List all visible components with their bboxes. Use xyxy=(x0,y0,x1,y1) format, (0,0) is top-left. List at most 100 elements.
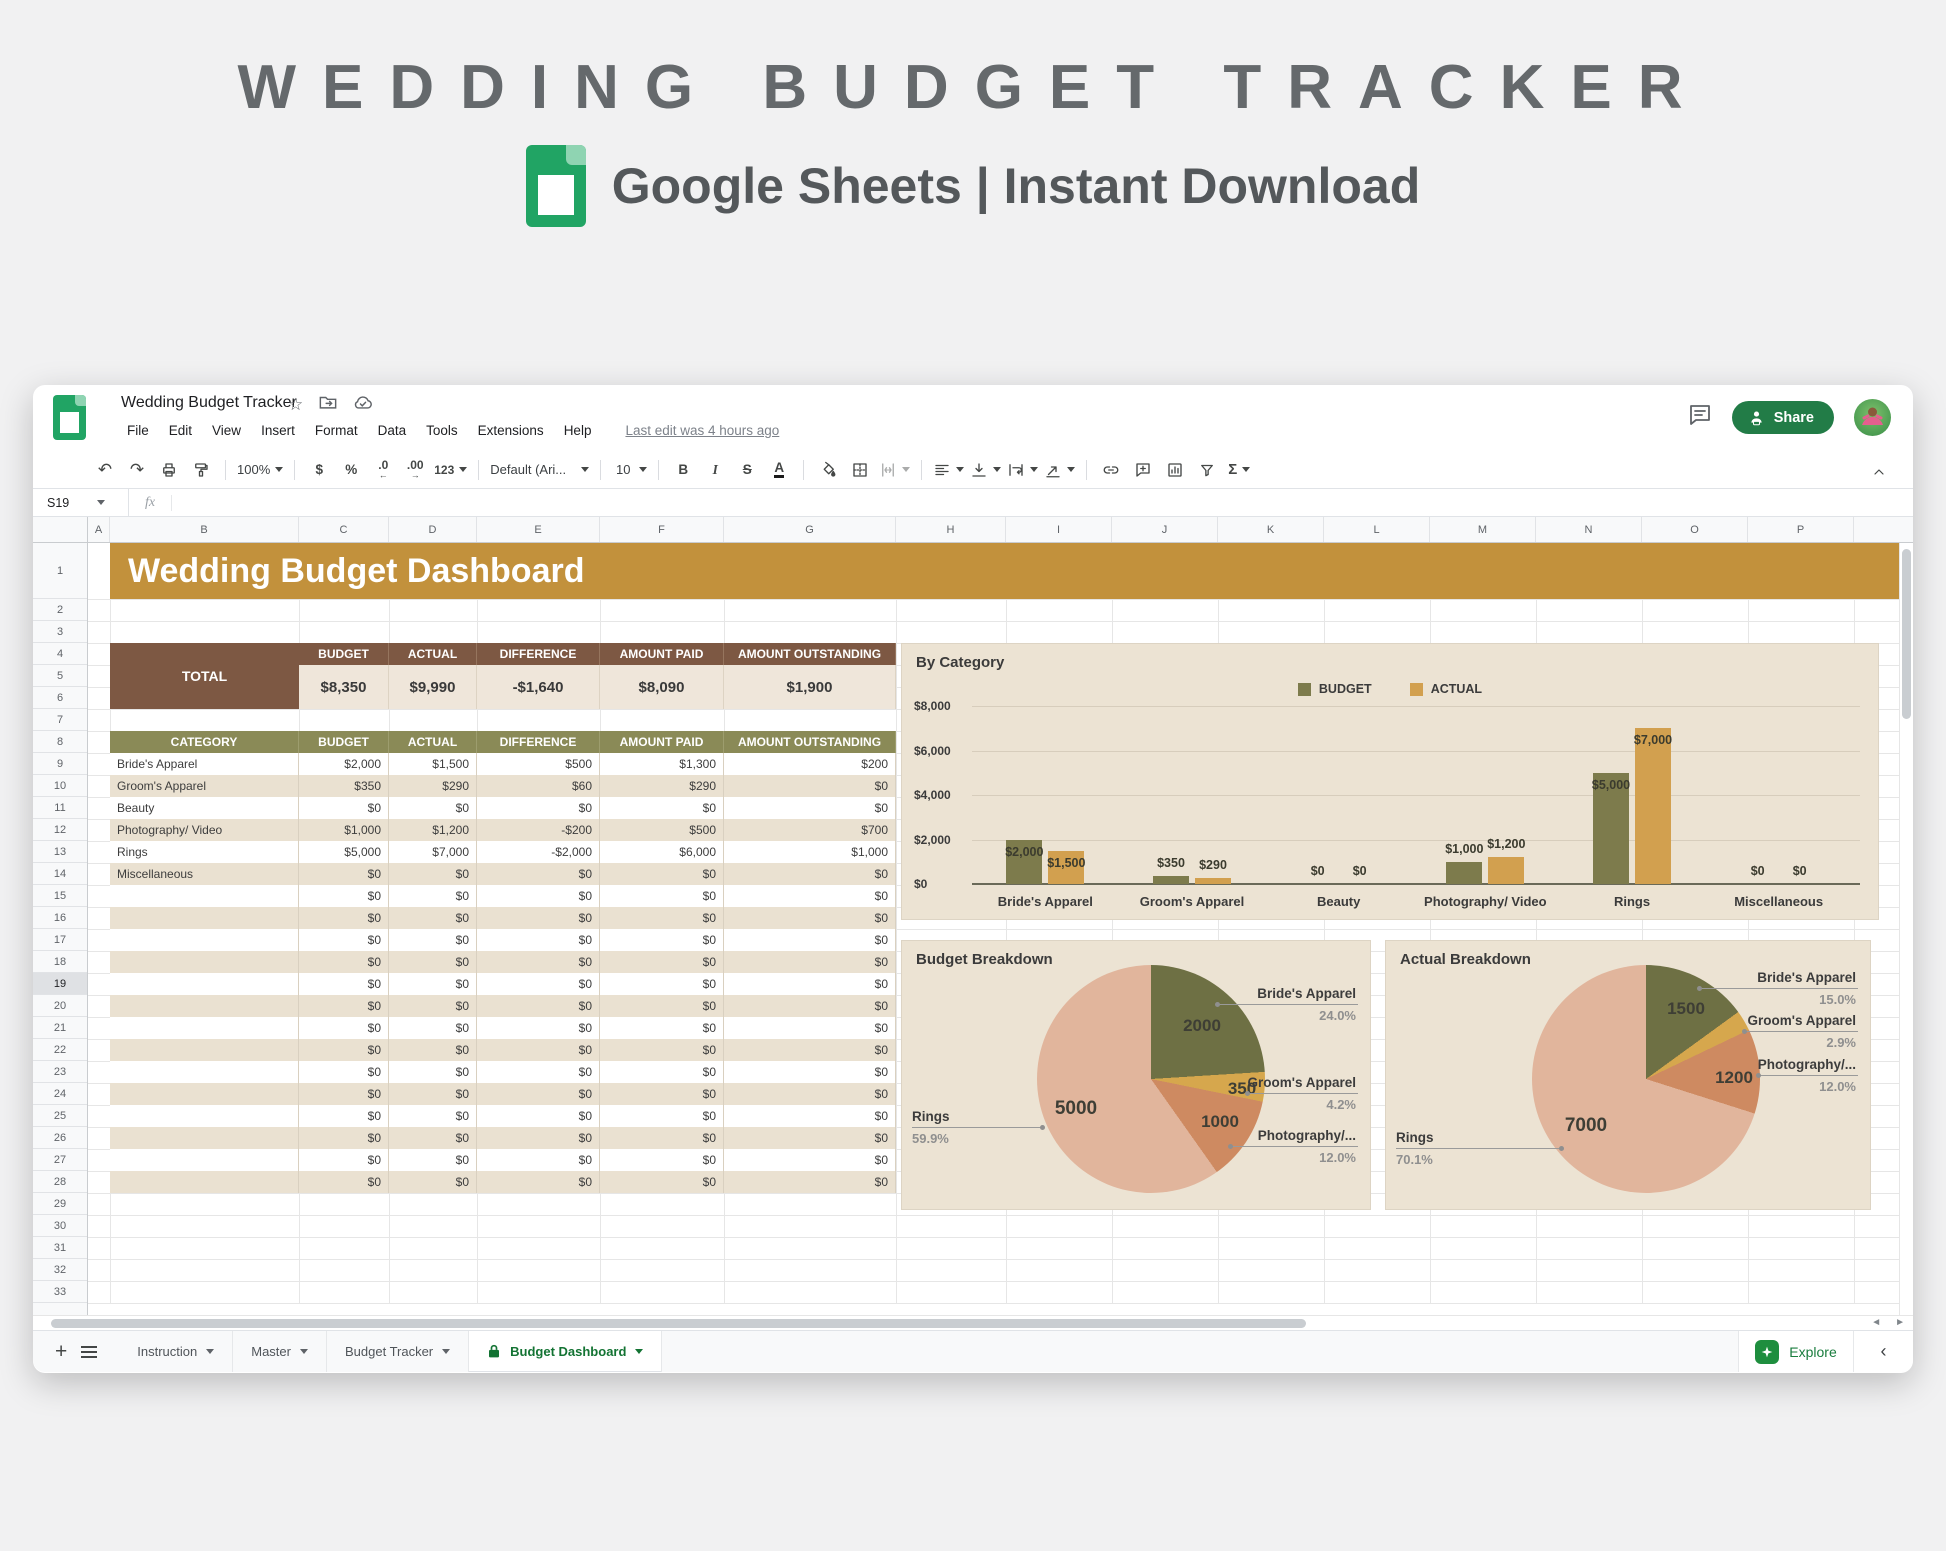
value-cell[interactable]: $0 xyxy=(299,797,389,819)
category-cell[interactable] xyxy=(110,885,299,907)
category-cell[interactable]: Beauty xyxy=(110,797,299,819)
value-cell[interactable]: $0 xyxy=(600,1149,724,1171)
value-cell[interactable]: $2,000 xyxy=(299,753,389,775)
value-cell[interactable]: $1,300 xyxy=(600,753,724,775)
value-cell[interactable]: $0 xyxy=(389,1039,477,1061)
value-cell[interactable]: $0 xyxy=(299,1017,389,1039)
column-header-I[interactable]: I xyxy=(1006,517,1112,542)
formula-input[interactable] xyxy=(172,489,1913,516)
horizontal-align-icon[interactable] xyxy=(933,457,964,483)
category-cell[interactable] xyxy=(110,1039,299,1061)
category-header-cell[interactable]: BUDGET xyxy=(299,731,389,753)
paint-format-icon[interactable] xyxy=(188,457,214,483)
value-cell[interactable]: $0 xyxy=(389,1061,477,1083)
h-scroll-thumb[interactable] xyxy=(51,1319,1306,1328)
value-cell[interactable]: $0 xyxy=(477,1149,600,1171)
star-icon[interactable]: ☆ xyxy=(288,395,303,415)
total-header-cell[interactable]: AMOUNT PAID xyxy=(600,643,724,665)
number-format-select[interactable]: 123 xyxy=(434,457,467,483)
value-cell[interactable]: $0 xyxy=(724,973,896,995)
text-wrap-icon[interactable] xyxy=(1007,457,1038,483)
total-value-cell[interactable]: -$1,640 xyxy=(477,665,600,709)
category-cell[interactable] xyxy=(110,1105,299,1127)
value-cell[interactable]: $0 xyxy=(299,1061,389,1083)
category-header-cell[interactable]: AMOUNT PAID xyxy=(600,731,724,753)
value-cell[interactable]: $0 xyxy=(299,951,389,973)
value-cell[interactable]: $0 xyxy=(724,863,896,885)
menu-view[interactable]: View xyxy=(204,421,249,440)
value-cell[interactable]: $0 xyxy=(389,1127,477,1149)
bar-actual[interactable] xyxy=(1195,878,1231,884)
row-header-11[interactable]: 11 xyxy=(33,797,87,819)
functions-select[interactable]: Σ xyxy=(1226,457,1252,483)
value-cell[interactable]: $0 xyxy=(600,973,724,995)
value-cell[interactable]: -$200 xyxy=(477,819,600,841)
insert-chart-icon[interactable] xyxy=(1162,457,1188,483)
total-header-cell[interactable]: DIFFERENCE xyxy=(477,643,600,665)
value-cell[interactable]: $0 xyxy=(389,907,477,929)
value-cell[interactable]: $0 xyxy=(299,907,389,929)
total-value-cell[interactable]: $8,090 xyxy=(600,665,724,709)
column-header-N[interactable]: N xyxy=(1536,517,1642,542)
menu-edit[interactable]: Edit xyxy=(161,421,200,440)
category-cell[interactable] xyxy=(110,1171,299,1193)
v-scroll-thumb[interactable] xyxy=(1902,549,1911,719)
value-cell[interactable]: $0 xyxy=(477,1017,600,1039)
value-cell[interactable]: $0 xyxy=(299,973,389,995)
share-button[interactable]: Share xyxy=(1732,401,1834,434)
value-cell[interactable]: $0 xyxy=(600,1061,724,1083)
sheets-doc-icon[interactable] xyxy=(53,395,86,440)
print-icon[interactable] xyxy=(156,457,182,483)
column-header-D[interactable]: D xyxy=(389,517,477,542)
value-cell[interactable]: $0 xyxy=(477,885,600,907)
value-cell[interactable]: $0 xyxy=(724,995,896,1017)
menu-data[interactable]: Data xyxy=(370,421,415,440)
row-header-8[interactable]: 8 xyxy=(33,731,87,753)
column-header-A[interactable]: A xyxy=(88,517,110,542)
row-header-6[interactable]: 6 xyxy=(33,687,87,709)
value-cell[interactable]: $0 xyxy=(477,951,600,973)
value-cell[interactable]: $0 xyxy=(724,1017,896,1039)
value-cell[interactable]: $0 xyxy=(477,1171,600,1193)
column-header-F[interactable]: F xyxy=(600,517,724,542)
all-sheets-icon[interactable] xyxy=(81,1346,97,1358)
value-cell[interactable]: $0 xyxy=(389,1105,477,1127)
value-cell[interactable]: $0 xyxy=(600,951,724,973)
doc-title[interactable]: Wedding Budget Tracker xyxy=(121,394,297,412)
row-header-26[interactable]: 26 xyxy=(33,1127,87,1149)
font-select[interactable]: Default (Ari... xyxy=(490,457,589,483)
value-cell[interactable]: $0 xyxy=(724,951,896,973)
font-size-select[interactable]: 10 xyxy=(612,457,647,483)
row-header-29[interactable]: 29 xyxy=(33,1193,87,1215)
value-cell[interactable]: $0 xyxy=(299,1149,389,1171)
value-cell[interactable]: $0 xyxy=(477,1083,600,1105)
row-header-15[interactable]: 15 xyxy=(33,885,87,907)
column-header-G[interactable]: G xyxy=(724,517,896,542)
redo-icon[interactable]: ↷ xyxy=(124,457,150,483)
menu-extensions[interactable]: Extensions xyxy=(470,421,552,440)
column-header-K[interactable]: K xyxy=(1218,517,1324,542)
value-cell[interactable]: $0 xyxy=(477,1039,600,1061)
row-header-30[interactable]: 30 xyxy=(33,1215,87,1237)
category-cell[interactable]: Photography/ Video xyxy=(110,819,299,841)
undo-icon[interactable]: ↶ xyxy=(92,457,118,483)
last-edit-link[interactable]: Last edit was 4 hours ago xyxy=(621,421,783,440)
row-header-33[interactable]: 33 xyxy=(33,1281,87,1303)
column-header-H[interactable]: H xyxy=(896,517,1006,542)
sheet-tab-instruction[interactable]: Instruction xyxy=(119,1331,233,1372)
row-header-12[interactable]: 12 xyxy=(33,819,87,841)
value-cell[interactable]: $0 xyxy=(299,1039,389,1061)
value-cell[interactable]: $0 xyxy=(477,907,600,929)
value-cell[interactable]: $0 xyxy=(724,1171,896,1193)
value-cell[interactable]: $0 xyxy=(600,1039,724,1061)
row-header-7[interactable]: 7 xyxy=(33,709,87,731)
total-value-cell[interactable]: $9,990 xyxy=(389,665,477,709)
category-cell[interactable] xyxy=(110,907,299,929)
grid[interactable]: 1234567891011121314151617181920212223242… xyxy=(33,543,1913,1315)
explore-button[interactable]: Explore xyxy=(1738,1331,1853,1372)
row-header-4[interactable]: 4 xyxy=(33,643,87,665)
value-cell[interactable]: $1,000 xyxy=(299,819,389,841)
value-cell[interactable]: $0 xyxy=(724,1061,896,1083)
merge-cells-icon[interactable] xyxy=(879,457,910,483)
value-cell[interactable]: $0 xyxy=(389,1149,477,1171)
